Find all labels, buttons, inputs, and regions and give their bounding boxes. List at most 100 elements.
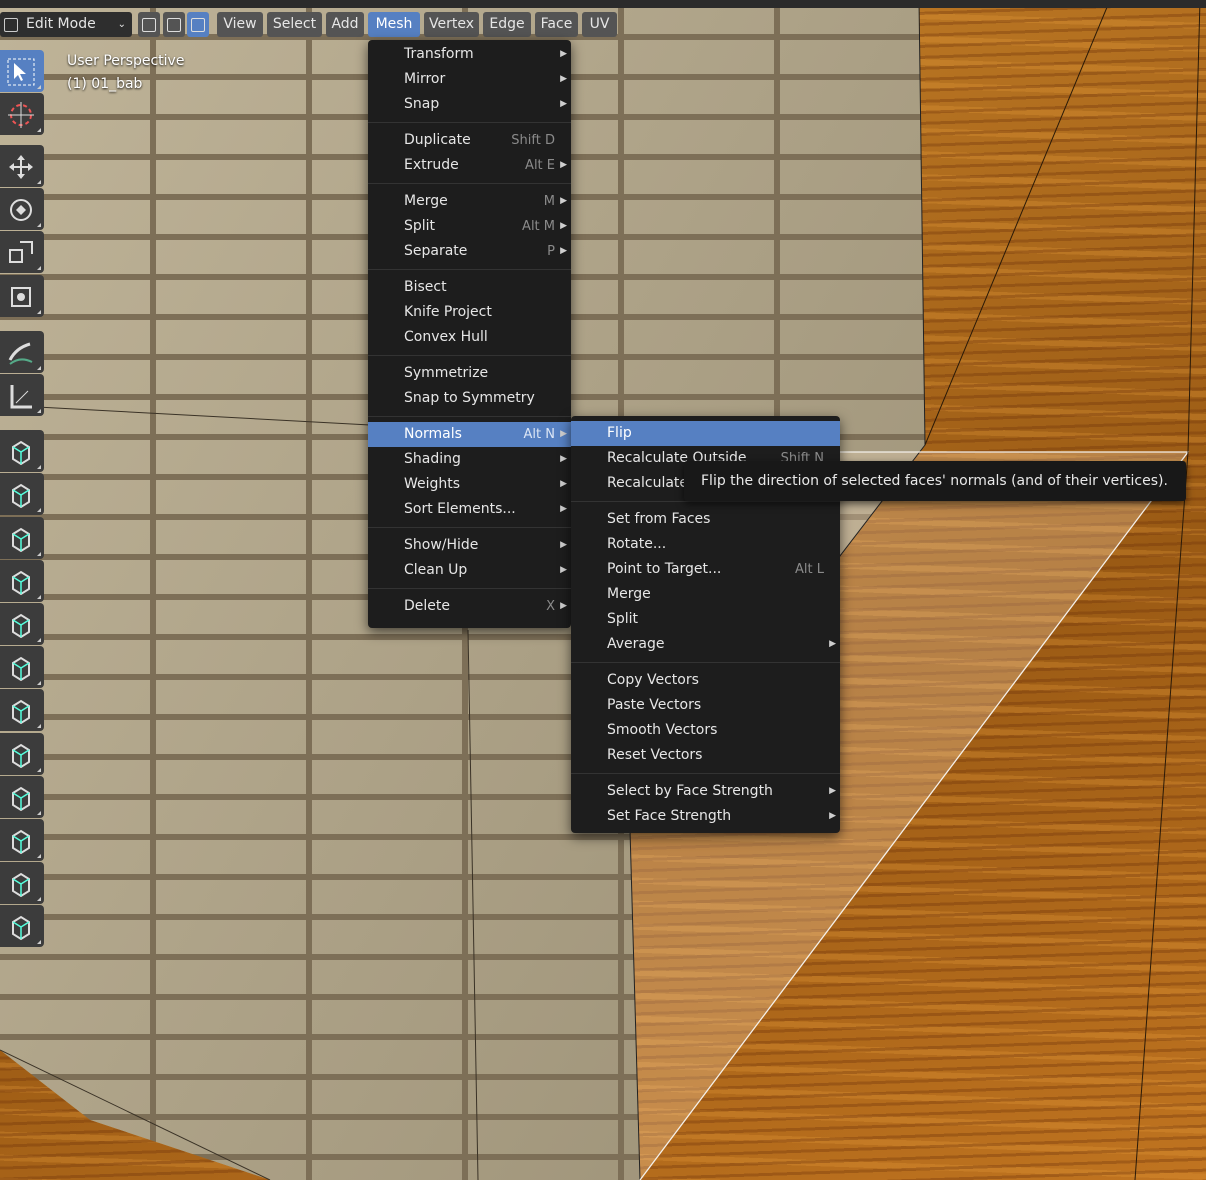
menu-item-set-from-faces[interactable]: Set from Faces bbox=[571, 507, 840, 532]
tool-select-box[interactable] bbox=[0, 50, 44, 92]
menu-item-reset-vectors[interactable]: Reset Vectors bbox=[571, 743, 840, 768]
menu-view[interactable]: View bbox=[217, 12, 263, 37]
menu-item-split[interactable]: Split bbox=[571, 607, 840, 632]
tool-scale[interactable] bbox=[0, 231, 44, 274]
tool-loop-cut[interactable] bbox=[0, 559, 44, 602]
menu-item-point-to-target[interactable]: Point to Target... Alt L bbox=[571, 557, 840, 582]
menu-item-label: Knife Project bbox=[404, 304, 492, 320]
face-select-icon bbox=[191, 18, 205, 32]
menu-select[interactable]: Select bbox=[267, 12, 322, 37]
vertex-select-mode-button[interactable] bbox=[138, 12, 160, 37]
tool-rotate[interactable] bbox=[0, 188, 44, 231]
menu-item-mirror[interactable]: Mirror ▶ bbox=[368, 67, 571, 92]
menu-item-symmetrize[interactable]: Symmetrize bbox=[368, 361, 571, 386]
tool-shrink-fatten[interactable] bbox=[0, 818, 44, 861]
tool-options-corner-icon bbox=[37, 681, 41, 686]
tool-extrude-region[interactable] bbox=[0, 430, 44, 473]
edit-mode-icon bbox=[4, 18, 18, 32]
edge-select-icon bbox=[167, 18, 181, 32]
menu-item-label: Extrude bbox=[404, 157, 459, 173]
menu-item-set-face-strength[interactable]: Set Face Strength ▶ bbox=[571, 804, 840, 829]
menu-item-label: Bisect bbox=[404, 279, 447, 295]
menu-item-duplicate[interactable]: Duplicate Shift D bbox=[368, 128, 571, 153]
submenu-arrow-icon: ▶ bbox=[829, 786, 836, 796]
menu-item-label: Split bbox=[404, 218, 436, 234]
menu-item-snap[interactable]: Snap ▶ bbox=[368, 92, 571, 117]
tool-options-corner-icon bbox=[37, 724, 41, 729]
rip-region-icon bbox=[12, 916, 30, 941]
tool-transform[interactable] bbox=[0, 274, 44, 317]
viewport-header: Edit Mode ⌄ View Select Add Mesh Vertex … bbox=[0, 0, 1206, 48]
menu-item-flip[interactable]: Flip bbox=[571, 421, 840, 446]
menu-item-label: Reset Vectors bbox=[607, 747, 703, 763]
tool-annotate[interactable] bbox=[0, 330, 44, 373]
tool-inset-faces[interactable] bbox=[0, 473, 44, 516]
tool-bevel[interactable] bbox=[0, 516, 44, 559]
menu-item-merge[interactable]: Merge M ▶ bbox=[368, 189, 571, 214]
menu-item-label: Mirror bbox=[404, 71, 446, 87]
tool-options-corner-icon bbox=[37, 897, 41, 902]
menu-item-convex-hull[interactable]: Convex Hull bbox=[368, 325, 571, 350]
menu-item-clean-up[interactable]: Clean Up ▶ bbox=[368, 558, 571, 583]
menu-item-label: Separate bbox=[404, 243, 468, 259]
menu-edge[interactable]: Edge bbox=[483, 12, 531, 37]
menu-item-shading[interactable]: Shading ▶ bbox=[368, 447, 571, 472]
menu-item-separate[interactable]: Separate P ▶ bbox=[368, 239, 571, 264]
menu-item-merge[interactable]: Merge bbox=[571, 582, 840, 607]
menu-item-label: Recalculate bbox=[607, 475, 689, 491]
menu-face[interactable]: Face bbox=[535, 12, 578, 37]
tool-poly-build[interactable] bbox=[0, 646, 44, 689]
menu-item-shortcut: Alt E bbox=[525, 158, 555, 173]
tool-edge-slide[interactable] bbox=[0, 775, 44, 818]
tool-spin[interactable] bbox=[0, 689, 44, 732]
tool-cursor[interactable] bbox=[0, 93, 44, 136]
menu-item-weights[interactable]: Weights ▶ bbox=[368, 472, 571, 497]
menu-add[interactable]: Add bbox=[326, 12, 364, 37]
tool-options-corner-icon bbox=[37, 365, 41, 370]
submenu-arrow-icon: ▶ bbox=[560, 49, 567, 59]
menu-item-label: Sort Elements... bbox=[404, 501, 516, 517]
tool-knife[interactable] bbox=[0, 602, 44, 645]
menu-mesh[interactable]: Mesh bbox=[368, 12, 420, 37]
menu-item-bisect[interactable]: Bisect bbox=[368, 275, 571, 300]
tool-smooth[interactable] bbox=[0, 732, 44, 775]
menu-item-knife-project[interactable]: Knife Project bbox=[368, 300, 571, 325]
menu-item-rotate[interactable]: Rotate... bbox=[571, 532, 840, 557]
tool-shear[interactable] bbox=[0, 862, 44, 905]
submenu-arrow-icon: ▶ bbox=[560, 74, 567, 84]
menu-item-sort-elements[interactable]: Sort Elements... ▶ bbox=[368, 497, 571, 522]
menu-item-paste-vectors[interactable]: Paste Vectors bbox=[571, 693, 840, 718]
menu-item-select-by-face-strength[interactable]: Select by Face Strength ▶ bbox=[571, 779, 840, 804]
submenu-arrow-icon: ▶ bbox=[560, 479, 567, 489]
menu-item-label: Transform bbox=[404, 46, 474, 62]
menu-item-copy-vectors[interactable]: Copy Vectors bbox=[571, 668, 840, 693]
face-select-mode-button[interactable] bbox=[187, 12, 209, 37]
tool-move[interactable] bbox=[0, 145, 44, 188]
submenu-arrow-icon: ▶ bbox=[560, 565, 567, 575]
menu-item-label: Shading bbox=[404, 451, 461, 467]
submenu-arrow-icon: ▶ bbox=[829, 639, 836, 649]
move-icon bbox=[9, 155, 33, 180]
knife-icon bbox=[12, 613, 30, 639]
menu-vertex[interactable]: Vertex bbox=[424, 12, 479, 37]
menu-item-delete[interactable]: Delete X ▶ bbox=[368, 594, 571, 619]
menu-item-show-hide[interactable]: Show/Hide ▶ bbox=[368, 533, 571, 558]
tool-measure[interactable] bbox=[0, 374, 44, 416]
menu-item-normals[interactable]: Normals Alt N ▶ bbox=[368, 422, 571, 447]
menu-item-average[interactable]: Average ▶ bbox=[571, 632, 840, 657]
menu-item-smooth-vectors[interactable]: Smooth Vectors bbox=[571, 718, 840, 743]
edge-select-mode-button[interactable] bbox=[163, 12, 185, 37]
menu-item-shortcut: Alt M bbox=[522, 219, 555, 234]
menu-item-snap-to-symmetry[interactable]: Snap to Symmetry bbox=[368, 386, 571, 411]
menu-item-extrude[interactable]: Extrude Alt E ▶ bbox=[368, 153, 571, 178]
menu-item-transform[interactable]: Transform ▶ bbox=[368, 42, 571, 67]
tool-rip-region[interactable] bbox=[0, 905, 44, 948]
mode-select[interactable]: Edit Mode ⌄ bbox=[0, 12, 132, 37]
menu-item-split[interactable]: Split Alt M ▶ bbox=[368, 214, 571, 239]
menu-item-shortcut: M bbox=[543, 194, 555, 209]
shrink-fatten-icon bbox=[12, 829, 30, 855]
submenu-arrow-icon: ▶ bbox=[560, 601, 567, 611]
menu-separator bbox=[368, 122, 571, 123]
menu-uv[interactable]: UV bbox=[582, 12, 617, 37]
tooltip: Flip the direction of selected faces' no… bbox=[684, 461, 1186, 501]
